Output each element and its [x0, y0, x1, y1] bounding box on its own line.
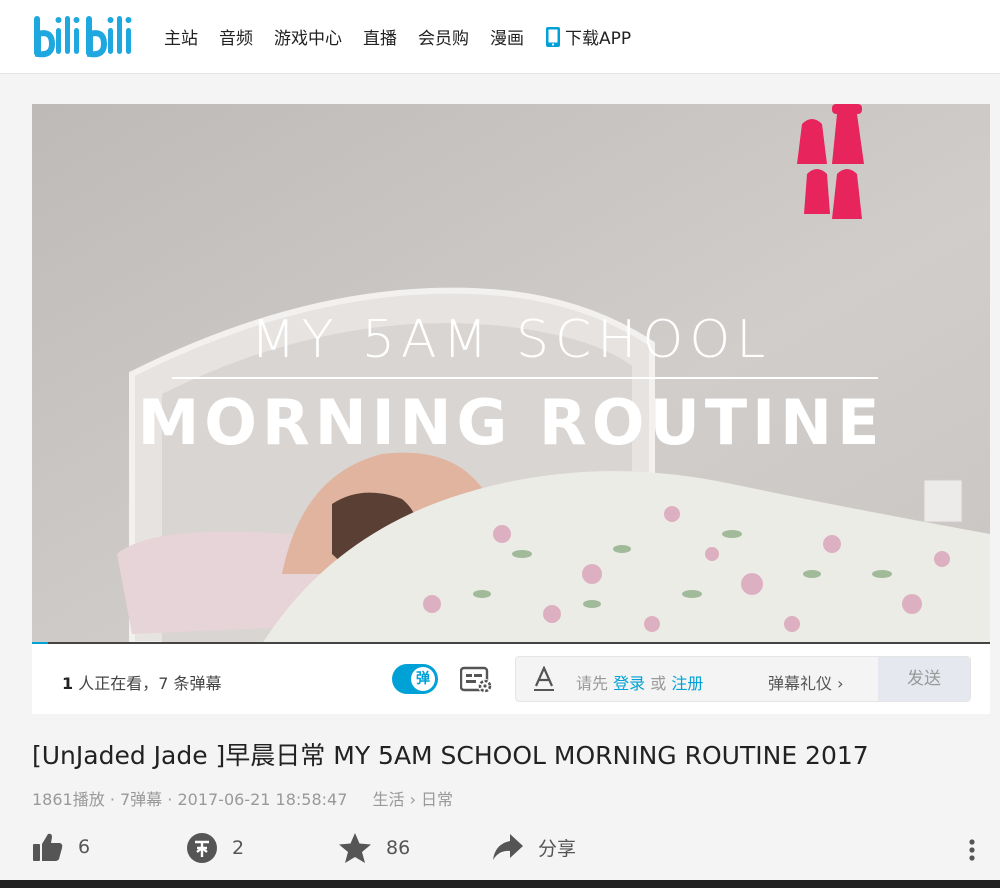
viewer-number: 1 [62, 674, 74, 693]
download-app-label: 下载APP [565, 29, 632, 49]
nav-audio[interactable]: 音频 [219, 24, 253, 49]
nav-manga[interactable]: 漫画 [490, 24, 524, 49]
share-button[interactable]: 分享 [492, 832, 576, 862]
nav-game-center[interactable]: 游戏中心 [274, 24, 342, 49]
login-link[interactable]: 登录 [613, 674, 645, 693]
viewer-count: 1 人正在看，7 条弹幕 [62, 670, 222, 694]
video-title: [UnJaded Jade ]早晨日常 MY 5AM SCHOOL MORNIN… [32, 741, 869, 770]
bilibili-logo[interactable] [30, 8, 140, 64]
publish-date: 2017-06-21 18:58:47 [177, 790, 348, 809]
danmaku-etiquette-link[interactable]: 弹幕礼仪 › [768, 670, 844, 694]
coin-count: 2 [232, 837, 245, 859]
video-overlay-title-line2: MORNING ROUTINE [137, 386, 885, 459]
download-app-link[interactable]: 下载APP [545, 24, 631, 49]
like-count: 6 [78, 836, 91, 858]
nav-main-site[interactable]: 主站 [164, 24, 198, 49]
share-label: 分享 [538, 837, 577, 860]
player-card: MY 5AM SCHOOL MORNING ROUTINE 1 人正在看，7 条… [32, 104, 990, 714]
category-breadcrumb[interactable]: 生活 › 日常 [372, 790, 453, 809]
favorite-button[interactable]: 86 [338, 832, 410, 864]
nav-live[interactable]: 直播 [363, 24, 397, 49]
like-button[interactable]: 6 [32, 832, 90, 862]
main-nav: 主站 音频 游戏中心 直播 会员购 漫画 下载APP [164, 24, 652, 49]
phone-icon [546, 26, 560, 47]
coin-button[interactable]: 2 [186, 832, 244, 864]
danmaku-toggle[interactable]: 弹 [392, 664, 438, 694]
video-player[interactable]: MY 5AM SCHOOL MORNING ROUTINE [32, 104, 990, 644]
star-icon [339, 833, 371, 863]
bottom-bar [0, 880, 1000, 888]
play-count: 1861播放 [32, 790, 105, 809]
login-prompt-or: 或 [650, 674, 667, 693]
video-progress-fill [32, 642, 49, 644]
login-prompt: 请先 登录 或 注册 [576, 670, 703, 694]
danmaku-toggle-knob: 弹 [411, 667, 435, 691]
video-overlay-divider [172, 377, 878, 379]
top-header: 主站 音频 游戏中心 直播 会员购 漫画 下载APP [0, 0, 1000, 74]
font-style-icon[interactable] [532, 666, 556, 692]
thumbs-up-icon [33, 833, 63, 861]
viewer-text: 人正在看，7 条弹幕 [78, 674, 222, 693]
danmaku-settings-icon[interactable] [460, 666, 494, 694]
video-frame-image [32, 104, 990, 644]
register-link[interactable]: 注册 [671, 674, 703, 693]
danmaku-input-box[interactable]: 请先 登录 或 注册 弹幕礼仪 › 发送 [515, 656, 971, 702]
more-options-icon[interactable] [968, 838, 976, 862]
danmaku-count: 7弹幕 [120, 790, 163, 809]
danmaku-control-bar: 1 人正在看，7 条弹幕 弹 请先 登录 或 注册 弹幕礼仪 › 发送 [32, 646, 990, 714]
favorite-count: 86 [386, 837, 411, 859]
share-icon [493, 834, 523, 860]
nav-shop[interactable]: 会员购 [418, 24, 469, 49]
coin-icon [187, 833, 217, 863]
send-button[interactable]: 发送 [878, 657, 970, 701]
video-progress-bar[interactable] [32, 642, 990, 644]
video-actions: 6 2 86 分享 [32, 832, 990, 872]
video-meta: 1861播放 · 7弹幕 · 2017-06-21 18:58:47 生活 › … [32, 790, 454, 809]
login-prompt-prefix: 请先 [576, 674, 609, 693]
video-overlay-title-line1: MY 5AM SCHOOL [250, 310, 772, 370]
